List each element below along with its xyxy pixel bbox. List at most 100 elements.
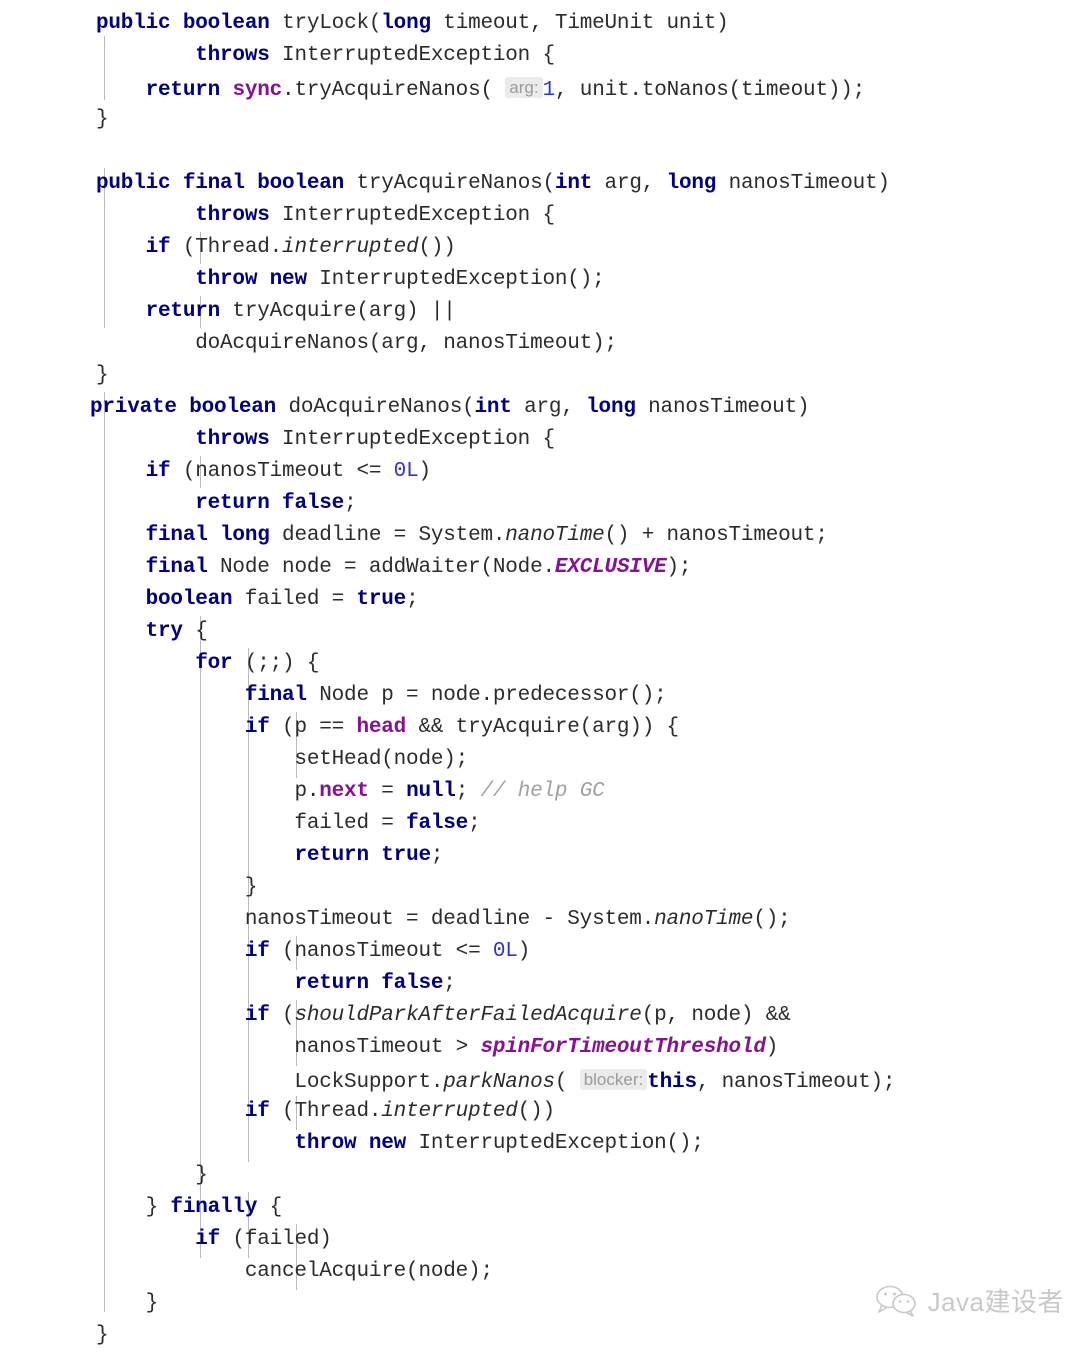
code-line[interactable]: throws InterruptedException {: [0, 424, 1080, 456]
token-whitespace: [96, 844, 294, 867]
code-line[interactable]: if (nanosTimeout <= 0L): [0, 456, 1080, 488]
token-whitespace: [96, 268, 195, 291]
token-keyword: final: [145, 556, 208, 579]
token-keyword: for: [195, 652, 233, 675]
token-whitespace: [96, 79, 146, 102]
token-identifier: ()): [517, 1100, 555, 1123]
code-line-blank[interactable]: [0, 136, 1080, 168]
code-line[interactable]: LockSupport.parkNanos( blocker: this, nan…: [0, 1064, 1080, 1096]
token-static-method: parkNanos: [443, 1071, 555, 1094]
code-line[interactable]: try {: [0, 616, 1080, 648]
token-identifier: (;;) {: [232, 652, 320, 675]
token-keyword: long: [381, 12, 431, 35]
code-line[interactable]: public boolean tryLock(long timeout, Tim…: [0, 8, 1080, 40]
code-line[interactable]: return true;: [0, 840, 1080, 872]
token-identifier: , nanosTimeout);: [696, 1071, 896, 1094]
token-whitespace: [96, 588, 146, 611]
code-line[interactable]: public final boolean tryAcquireNanos(int…: [0, 168, 1080, 200]
token-whitespace: [96, 556, 146, 579]
code-line[interactable]: nanosTimeout > spinForTimeoutThreshold): [0, 1032, 1080, 1064]
code-line[interactable]: return false;: [0, 488, 1080, 520]
code-line[interactable]: return tryAcquire(arg) ||: [0, 296, 1080, 328]
code-line[interactable]: boolean failed = true;: [0, 584, 1080, 616]
code-line[interactable]: if (nanosTimeout <= 0L): [0, 936, 1080, 968]
token-whitespace: [96, 780, 294, 803]
token-whitespace: [96, 652, 195, 675]
code-line[interactable]: failed = false;: [0, 808, 1080, 840]
token-field: sync: [232, 79, 283, 102]
token-identifier: InterruptedException();: [306, 268, 605, 291]
token-whitespace: [96, 972, 294, 995]
code-line[interactable]: }: [0, 104, 1080, 136]
token-identifier: nanosTimeout = deadline - System.: [96, 908, 655, 931]
token-keyword: false: [282, 492, 345, 515]
token-number: 0L: [492, 940, 518, 963]
token-identifier: arg,: [511, 396, 587, 419]
token-identifier: );: [666, 556, 692, 579]
token-identifier: {: [257, 1196, 283, 1219]
token-whitespace: [96, 492, 195, 515]
token-identifier: setHead(node);: [96, 748, 469, 771]
code-line[interactable]: if (Thread.interrupted()): [0, 232, 1080, 264]
code-line[interactable]: setHead(node);: [0, 744, 1080, 776]
code-line[interactable]: nanosTimeout = deadline - System.nanoTim…: [0, 904, 1080, 936]
code-line[interactable]: if (Thread.interrupted()): [0, 1096, 1080, 1128]
token-keyword: boolean: [257, 172, 345, 195]
token-identifier: deadline = System.: [269, 524, 506, 547]
code-line[interactable]: private boolean doAcquireNanos(int arg, …: [0, 392, 1080, 424]
code-line[interactable]: throws InterruptedException {: [0, 200, 1080, 232]
inlay-hint-blocker: blocker:: [579, 1069, 648, 1090]
code-line[interactable]: return false;: [0, 968, 1080, 1000]
token-identifier: ): [765, 1036, 779, 1059]
token-keyword: null: [406, 780, 456, 803]
token-keyword: final: [145, 524, 208, 547]
code-line[interactable]: for (;;) {: [0, 648, 1080, 680]
token-identifier: InterruptedException {: [269, 428, 555, 451]
token-identifier: failed =: [232, 588, 357, 611]
token-identifier: {: [182, 620, 208, 643]
code-line[interactable]: final long deadline = System.nanoTime() …: [0, 520, 1080, 552]
token-static-method: interrupted: [282, 236, 419, 259]
token-whitespace: [96, 1004, 245, 1027]
token-keyword: long: [220, 524, 270, 547]
code-line[interactable]: }: [0, 872, 1080, 904]
token-identifier: doAcquireNanos(arg, nanosTimeout);: [96, 332, 617, 355]
token-identifier: nanosTimeout): [716, 172, 890, 195]
token-identifier: timeout, TimeUnit unit): [430, 12, 729, 35]
token-brace: }: [96, 108, 109, 131]
token-keyword: int: [474, 396, 512, 419]
token-keyword: true: [381, 844, 431, 867]
code-line[interactable]: if (shouldParkAfterFailedAcquire(p, node…: [0, 1000, 1080, 1032]
code-line[interactable]: }: [0, 1320, 1080, 1352]
code-editor[interactable]: public boolean tryLock(long timeout, Tim…: [0, 0, 1080, 1347]
token-identifier: Node p = node.predecessor();: [306, 684, 667, 707]
token-identifier: InterruptedException();: [406, 1132, 704, 1155]
token-identifier: , unit.toNanos(timeout));: [555, 79, 866, 102]
code-line[interactable]: } finally {: [0, 1192, 1080, 1224]
code-line[interactable]: throws InterruptedException {: [0, 40, 1080, 72]
token-keyword: finally: [170, 1196, 258, 1219]
code-line[interactable]: doAcquireNanos(arg, nanosTimeout);: [0, 328, 1080, 360]
token-identifier: ;: [468, 812, 481, 835]
code-line[interactable]: throw new InterruptedException();: [0, 264, 1080, 296]
code-line[interactable]: final Node p = node.predecessor();: [0, 680, 1080, 712]
code-line[interactable]: final Node node = addWaiter(Node.EXCLUSI…: [0, 552, 1080, 584]
token-static-field: spinForTimeoutThreshold: [480, 1036, 766, 1059]
token-keyword: throws: [195, 44, 270, 67]
code-line[interactable]: }: [0, 360, 1080, 392]
code-line[interactable]: }: [0, 1160, 1080, 1192]
code-line[interactable]: return sync.tryAcquireNanos( arg: 1, unit…: [0, 72, 1080, 104]
token-keyword: if: [244, 1100, 270, 1123]
token-identifier: ;: [443, 972, 456, 995]
code-line[interactable]: throw new InterruptedException();: [0, 1128, 1080, 1160]
code-line[interactable]: if (failed): [0, 1224, 1080, 1256]
token-whitespace: [96, 300, 146, 323]
token-comment: // help GC: [480, 780, 605, 803]
token-keyword: final: [182, 172, 245, 195]
code-line[interactable]: if (p == head && tryAcquire(arg)) {: [0, 712, 1080, 744]
token-whitespace: [96, 44, 195, 67]
code-line[interactable]: p.next = null; // help GC: [0, 776, 1080, 808]
token-keyword: long: [586, 396, 636, 419]
token-static-method: shouldParkAfterFailedAcquire: [294, 1004, 642, 1027]
token-keyword: long: [666, 172, 717, 195]
